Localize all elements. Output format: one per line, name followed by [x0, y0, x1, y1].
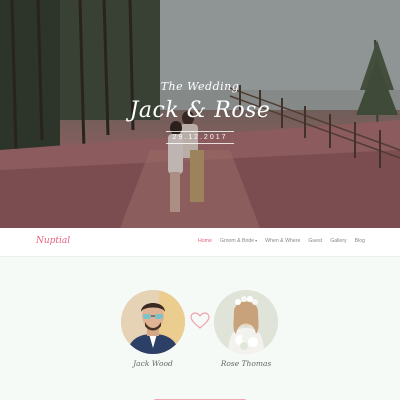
nav-item-label: When & Where [265, 238, 301, 244]
bride-name: Rose Thomas [220, 359, 272, 368]
groom-portrait [121, 290, 185, 354]
hero-date-wrapper: 29.12.2017 [0, 131, 400, 144]
hero-title: Jack & Rose [129, 98, 271, 123]
groom-photo [121, 290, 185, 354]
groom-name: Jack Wood [133, 359, 173, 368]
nav-item-label: Home [198, 238, 212, 244]
bride-portrait [214, 290, 278, 354]
nav-item-gallery[interactable]: Gallery [330, 238, 346, 244]
nav-item-label: Groom & Bride [219, 238, 255, 244]
heart-outline-icon [190, 312, 210, 329]
main-navigation: Nuptial Home Groom & Bride▾ When & Where… [0, 228, 400, 257]
chevron-down-icon: ▾ [255, 238, 258, 243]
nav-item-blog[interactable]: Blog [355, 238, 365, 244]
page: The Wedding Jack & Rose 29.12.2017 Nupti… [0, 0, 400, 400]
hero-subtitle: The Wedding [160, 80, 240, 93]
site-logo[interactable]: Nuptial [36, 236, 70, 246]
next-section-heading [0, 394, 400, 400]
nav-item-when-where[interactable]: When & Where [265, 238, 300, 244]
nav-item-label: Gallery [330, 238, 347, 244]
couple-section: Jack Wood Rose Thomas [0, 257, 400, 400]
nav-menu: Home Groom & Bride▾ When & Where Guest G… [198, 238, 365, 244]
nav-item-label: Guest [308, 238, 323, 244]
nav-item-guest[interactable]: Guest [308, 238, 322, 244]
nav-item-home[interactable]: Home [198, 238, 212, 244]
hero-banner: The Wedding Jack & Rose 29.12.2017 [0, 0, 400, 228]
nav-item-label: Blog [354, 238, 366, 244]
nav-item-groom-bride[interactable]: Groom & Bride▾ [220, 238, 257, 244]
bride-photo [214, 290, 278, 354]
hero-date: 29.12.2017 [166, 131, 234, 144]
